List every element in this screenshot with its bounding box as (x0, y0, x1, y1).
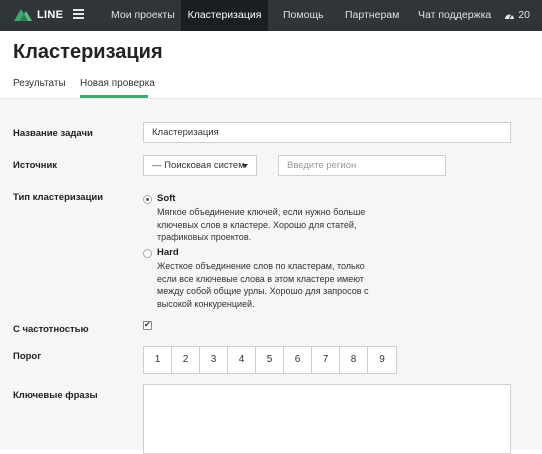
chevron-down-icon (242, 164, 248, 168)
hard-option-title: Hard (157, 247, 179, 258)
soft-option-title: Soft (157, 193, 176, 204)
nav-item-clustering[interactable]: Кластеризация (181, 0, 268, 31)
nav-item-help[interactable]: Помощь (283, 0, 324, 31)
active-tab-indicator (80, 95, 148, 98)
threshold-label: Порог (13, 351, 42, 362)
nav-item-partners[interactable]: Партнерам (345, 0, 399, 31)
threshold-option-9[interactable]: 9 (368, 347, 396, 373)
threshold-option-7[interactable]: 7 (312, 347, 340, 373)
top-navigation-bar: LINE Мои проекты Кластеризация Помощь Па… (0, 0, 542, 31)
threshold-option-1[interactable]: 1 (144, 347, 172, 373)
hard-radio[interactable] (143, 249, 152, 258)
nav-item-support-chat[interactable]: Чат поддержка (418, 0, 491, 31)
tab-new-check[interactable]: Новая проверка (80, 78, 155, 89)
search-engine-select[interactable]: — Поисковая систем (143, 155, 257, 176)
keywords-label: Ключевые фразы (13, 390, 98, 401)
threshold-option-6[interactable]: 6 (284, 347, 312, 373)
soft-radio[interactable] (143, 195, 152, 204)
balance-value: 20 (518, 9, 530, 21)
hamburger-icon[interactable] (73, 9, 84, 20)
checkmark-icon: ✔ (144, 320, 151, 329)
keywords-textarea[interactable] (143, 384, 511, 454)
brand-name: LINE (37, 8, 64, 21)
tab-results[interactable]: Результаты (13, 78, 66, 89)
soft-option-description: Мягкое объединение ключей, если нужно бо… (157, 207, 366, 242)
task-name-label: Название задачи (13, 128, 93, 139)
threshold-option-8[interactable]: 8 (340, 347, 368, 373)
balance-counter[interactable]: 20 (504, 0, 530, 31)
page-title: Кластеризация (13, 41, 163, 63)
threshold-option-5[interactable]: 5 (256, 347, 284, 373)
search-engine-select-value: — Поисковая систем (152, 160, 245, 171)
threshold-option-3[interactable]: 3 (200, 347, 228, 373)
line-logo-icon (14, 9, 32, 21)
region-input[interactable]: Введите регион (278, 155, 446, 176)
threshold-option-2[interactable]: 2 (172, 347, 200, 373)
nav-item-my-projects[interactable]: Мои проекты (111, 0, 175, 31)
threshold-option-4[interactable]: 4 (228, 347, 256, 373)
threshold-selector: 1 2 3 4 5 6 7 8 9 (143, 346, 397, 374)
hard-option-description: Жесткое объединение слов по кластерам, т… (157, 261, 369, 309)
frequency-checkbox[interactable]: ✔ (143, 320, 152, 330)
brand-logo[interactable]: LINE (14, 8, 63, 21)
gauge-icon (505, 14, 515, 19)
task-name-input[interactable]: Кластеризация (143, 122, 511, 143)
frequency-label: С частотностью (13, 324, 89, 335)
cluster-type-label: Тип кластеризации (13, 192, 104, 203)
source-label: Источник (13, 160, 58, 171)
